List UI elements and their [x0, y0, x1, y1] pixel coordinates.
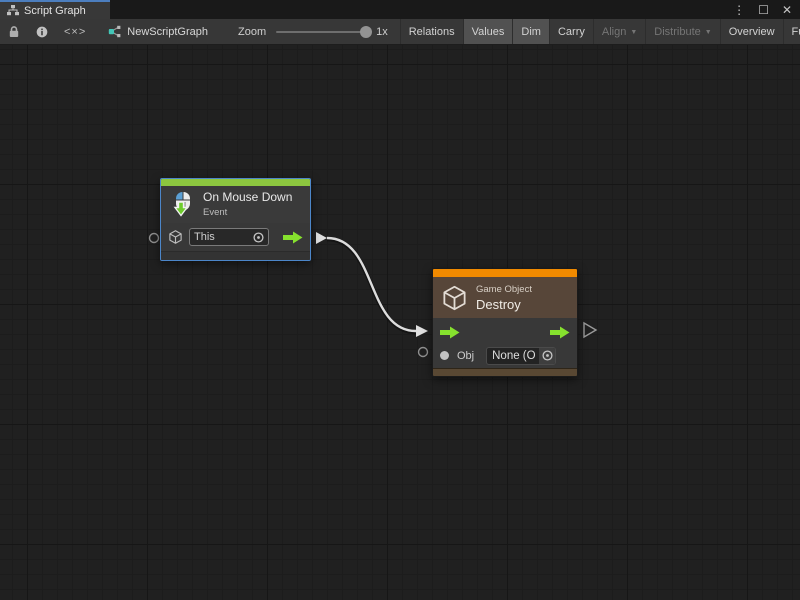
chevron-down-icon: ▼: [705, 29, 712, 36]
chevron-down-icon: ▼: [630, 29, 637, 36]
destroy-node-titles: Game Object Destroy: [476, 284, 532, 312]
tab-bar: Script Graph ⋮ ☐ ✕: [0, 0, 800, 19]
game-object-cube-icon: [168, 229, 183, 245]
window-menu-icon[interactable]: ⋮: [733, 4, 745, 16]
wire-end-arrow-icon: [416, 325, 428, 337]
full-screen-button[interactable]: Full S: [783, 19, 800, 44]
graph-name-label: NewScriptGraph: [127, 26, 208, 38]
tab-title: Script Graph: [24, 5, 86, 17]
dim-button[interactable]: Dim: [512, 19, 549, 44]
overview-button[interactable]: Overview: [720, 19, 783, 44]
values-button[interactable]: Values: [463, 19, 513, 44]
graph-hierarchy-icon: [7, 5, 19, 16]
script-graph-icon: [108, 25, 121, 38]
window-controls: ⋮ ☐ ✕: [733, 0, 792, 19]
flow-input-arrow-icon[interactable]: [440, 326, 460, 339]
graph-toolbar: <×> NewScriptGraph Zoom 1x Relations Val…: [0, 19, 800, 45]
self-object-value: This: [194, 231, 215, 243]
object-picker-button[interactable]: [539, 348, 555, 364]
distribute-dropdown[interactable]: Distribute ▼: [645, 19, 719, 44]
node-on-mouse-down[interactable]: On Mouse Down Event This: [160, 178, 311, 261]
zoom-slider[interactable]: [276, 31, 366, 33]
zoom-slider-handle[interactable]: [360, 26, 372, 38]
flow-ports-row: [433, 318, 577, 343]
node-category: Game Object: [476, 284, 532, 295]
zoom-value: 1x: [376, 26, 388, 38]
obj-parameter-label: Obj: [457, 350, 474, 362]
obj-object-value: None (O: [487, 350, 535, 362]
graph-canvas[interactable]: On Mouse Down Event This: [0, 45, 800, 600]
value-port-dot-icon[interactable]: [440, 351, 449, 360]
window-close-icon[interactable]: ✕: [782, 4, 792, 16]
event-node-body: This: [161, 223, 310, 251]
lock-button[interactable]: [0, 19, 28, 44]
destroy-node-body: Obj None (O: [433, 318, 577, 368]
connections-layer: [0, 45, 800, 600]
zoom-control: Zoom 1x: [238, 19, 392, 44]
flow-wire[interactable]: [327, 238, 416, 331]
wire-start-arrow-icon: [316, 232, 327, 244]
toolbar-button-group: Relations Values Dim Carry Align ▼ Distr…: [400, 19, 800, 44]
node-title: Destroy: [476, 297, 532, 312]
destroy-obj-input-port[interactable]: [419, 348, 428, 357]
node-destroy[interactable]: Game Object Destroy Obj None (O: [432, 268, 578, 377]
self-object-field[interactable]: This: [189, 228, 269, 246]
code-view-button[interactable]: <×>: [56, 19, 94, 44]
window-maximize-icon[interactable]: ☐: [758, 4, 769, 16]
align-dropdown[interactable]: Align ▼: [593, 19, 645, 44]
code-brackets-icon: <×>: [64, 26, 86, 38]
flow-output-arrow-icon[interactable]: [550, 326, 570, 339]
event-accent-bar: [161, 179, 310, 186]
event-node-titles: On Mouse Down Event: [203, 191, 292, 218]
event-node-header[interactable]: On Mouse Down Event: [161, 186, 310, 223]
destroy-accent-bar: [433, 269, 577, 277]
inspect-button[interactable]: [28, 19, 56, 44]
lock-icon: [8, 25, 20, 38]
zoom-label: Zoom: [238, 26, 266, 38]
carry-button[interactable]: Carry: [549, 19, 593, 44]
destroy-flow-output-port[interactable]: [584, 323, 596, 337]
obj-parameter-row: Obj None (O: [433, 343, 577, 368]
destroy-node-footer: [433, 368, 577, 376]
obj-object-field[interactable]: None (O: [486, 347, 556, 365]
object-picker-icon: [542, 350, 553, 361]
relations-button[interactable]: Relations: [400, 19, 463, 44]
mouse-down-icon: [169, 191, 195, 218]
info-icon: [36, 25, 48, 39]
node-title: On Mouse Down: [203, 191, 292, 205]
game-object-cube-icon: [441, 284, 468, 312]
node-subtitle: Event: [203, 207, 292, 218]
object-picker-icon[interactable]: [253, 232, 264, 243]
event-node-footer: [161, 251, 310, 260]
tab-script-graph[interactable]: Script Graph: [0, 0, 110, 19]
event-self-input-port[interactable]: [150, 234, 159, 243]
destroy-node-header[interactable]: Game Object Destroy: [433, 277, 577, 318]
flow-output-arrow-icon[interactable]: [283, 231, 303, 244]
graph-name-breadcrumb[interactable]: NewScriptGraph: [108, 19, 208, 44]
